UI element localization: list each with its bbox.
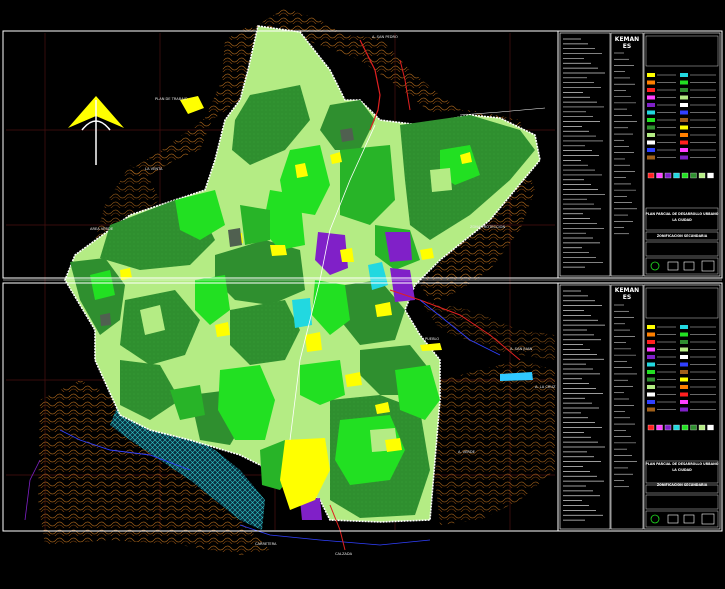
legend-title-lower-2: LA CIUDAD — [672, 468, 692, 472]
legend-swatch — [647, 125, 655, 130]
legend-swatch — [680, 340, 688, 344]
legend-swatch — [647, 80, 655, 85]
legend-swatch — [680, 125, 688, 130]
legend-subtitle-lower: ZONIFICACION SECUNDARIA — [656, 483, 708, 487]
legend-swatch — [647, 172, 655, 179]
legend-swatch — [680, 95, 688, 100]
legend-swatch — [647, 103, 655, 107]
svg-text:ZONA PROTECCION: ZONA PROTECCION — [470, 225, 505, 229]
legend-swatch — [647, 133, 655, 137]
legend-swatch — [647, 88, 655, 92]
legend-swatch — [681, 424, 689, 431]
legend-swatch — [707, 424, 714, 431]
legend-key-column — [643, 32, 721, 277]
legend-notes-column — [559, 32, 611, 277]
legend-badge-lower: KEMAN ES — [614, 287, 640, 301]
legend-swatch — [647, 110, 655, 115]
legend-title-upper-1: PLAN PARCIAL DE DESARROLLO URBANO — [645, 212, 719, 216]
legend-swatch — [647, 325, 655, 329]
legend-swatch — [680, 325, 688, 329]
legend-swatch — [698, 424, 706, 431]
svg-text:PUEBLO: PUEBLO — [425, 337, 439, 341]
legend-swatch — [656, 424, 663, 431]
legend-swatch — [680, 155, 688, 160]
legend-swatch — [647, 118, 655, 122]
legend-notes-column — [559, 284, 611, 530]
svg-text:A. VERDE: A. VERDE — [458, 450, 476, 454]
legend-swatch — [647, 340, 655, 344]
legend-title-lower-1: PLAN PARCIAL DE DESARROLLO URBANO — [645, 462, 719, 466]
legend-swatch — [647, 73, 655, 77]
svg-text:A. SAN JUAN: A. SAN JUAN — [510, 347, 532, 351]
legend-badge-upper: KEMAN ES — [614, 36, 640, 50]
legend-swatch — [673, 172, 680, 179]
legend-swatch — [647, 385, 655, 389]
legend-swatch — [680, 73, 688, 77]
legend-swatch — [647, 362, 655, 367]
legend-swatch — [647, 400, 655, 404]
legend-swatch — [656, 172, 663, 179]
svg-text:CARRETERA: CARRETERA — [255, 542, 277, 546]
legend-swatch — [680, 88, 688, 92]
svg-text:LA VENTA: LA VENTA — [145, 167, 163, 171]
legend-swatch — [647, 355, 655, 359]
svg-text:PLAN DE TRABAJO: PLAN DE TRABAJO — [155, 97, 188, 101]
legend-swatch — [680, 332, 688, 337]
legend-swatch — [680, 347, 688, 352]
svg-text:A. LA CRUZ: A. LA CRUZ — [535, 385, 556, 389]
legend-key-column — [643, 284, 721, 530]
legend-swatch — [647, 332, 655, 337]
legend-swatch — [698, 172, 706, 179]
legend-swatch — [680, 377, 688, 382]
legend-swatch — [681, 172, 689, 179]
legend-swatch — [680, 103, 688, 107]
legend-swatch — [680, 355, 688, 359]
legend-swatch — [647, 95, 655, 100]
legend-swatch — [673, 424, 680, 431]
svg-text:A. SAN PEDRO: A. SAN PEDRO — [372, 35, 398, 39]
legend-panel-lower — [559, 284, 721, 530]
legend-swatch — [680, 370, 688, 374]
legend-swatch — [647, 407, 655, 412]
legend-swatch — [690, 424, 697, 431]
legend-subtitle-upper: ZONIFICACION SECUNDARIA — [656, 234, 708, 238]
legend-swatch — [647, 392, 655, 397]
legend-panel-upper — [559, 32, 721, 277]
legend-swatch — [690, 172, 697, 179]
legend-swatch — [647, 148, 655, 152]
legend-swatch — [647, 370, 655, 374]
svg-text:CALZADA: CALZADA — [335, 552, 353, 556]
legend-swatch — [647, 140, 655, 145]
legend-swatch — [680, 148, 688, 152]
legend-swatch — [680, 118, 688, 122]
legend-index-column — [610, 284, 644, 530]
legend-swatch — [647, 155, 655, 160]
legend-swatch — [680, 140, 688, 145]
legend-title-upper-2: LA CIUDAD — [672, 218, 692, 222]
legend-swatch — [680, 407, 688, 412]
svg-text:AREA VERDE: AREA VERDE — [90, 227, 114, 231]
legend-swatch — [680, 110, 688, 115]
legend-swatch — [664, 424, 672, 431]
legend-swatch — [664, 172, 672, 179]
legend-swatch — [680, 362, 688, 367]
legend-swatch — [707, 172, 714, 179]
legend-swatch — [647, 424, 655, 431]
legend-swatch — [680, 80, 688, 85]
legend-swatch — [647, 377, 655, 382]
legend-swatch — [680, 133, 688, 137]
legend-swatch — [680, 392, 688, 397]
legend-index-column — [610, 32, 644, 277]
legend-swatch — [680, 400, 688, 404]
legend-swatch — [647, 347, 655, 352]
legend-swatch — [680, 385, 688, 389]
